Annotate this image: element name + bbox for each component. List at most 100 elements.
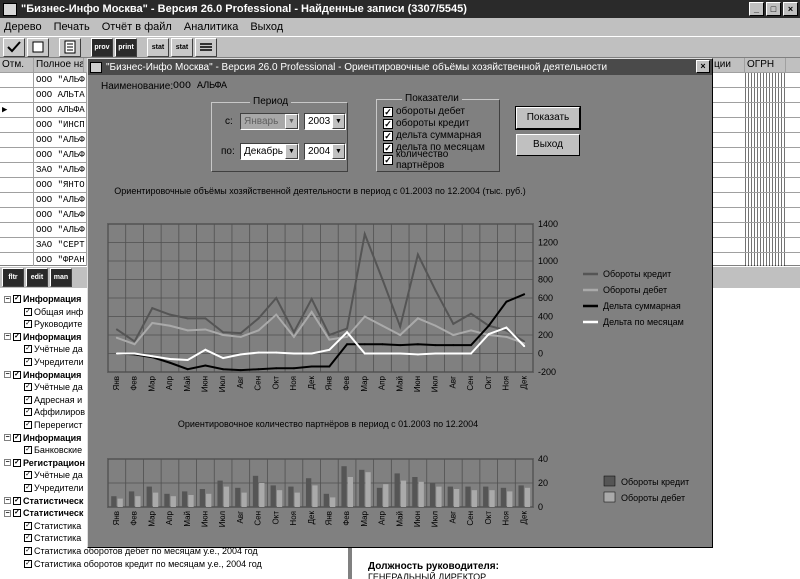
row-mark[interactable]: ▶ — [0, 103, 34, 118]
tree-item[interactable]: − ✓ Информация — [4, 331, 81, 343]
checkbox-checked[interactable]: ✓ — [13, 496, 21, 505]
to-month-select[interactable]: Декабрь ▼ — [240, 143, 299, 160]
indicator-credit[interactable]: ✓ обороты кредит — [383, 118, 470, 129]
tree-item[interactable]: ✓ Общая инф — [24, 306, 83, 318]
maximize-button[interactable]: □ — [766, 2, 781, 16]
tree-item[interactable]: − ✓ Информация — [4, 369, 81, 381]
from-year-select[interactable]: 2003 ▼ — [304, 113, 346, 130]
checkbox-checked[interactable]: ✓ — [383, 154, 393, 165]
checkbox-checked[interactable]: ✓ — [24, 345, 32, 354]
collapse-icon[interactable]: − — [4, 333, 11, 341]
checkbox-checked[interactable]: ✓ — [383, 142, 393, 153]
toolbar-stat2-button[interactable]: stat — [171, 37, 193, 57]
collapse-icon[interactable]: − — [4, 497, 11, 505]
tree-item[interactable]: − ✓ Статистическ — [4, 495, 83, 507]
row-mark[interactable] — [0, 178, 34, 193]
checkbox-checked[interactable]: ✓ — [383, 118, 393, 129]
menu-report[interactable]: Отчёт в файл — [102, 21, 172, 33]
checkbox-checked[interactable]: ✓ — [383, 106, 393, 117]
tree-item[interactable]: ✓ Учётные да — [24, 469, 83, 481]
collapse-icon[interactable]: − — [4, 509, 11, 517]
row-mark[interactable] — [0, 223, 34, 238]
checkbox-checked[interactable]: ✓ — [24, 408, 32, 417]
toolbar-document-icon[interactable] — [59, 37, 81, 57]
checkbox-checked[interactable]: ✓ — [24, 471, 32, 480]
checkbox-checked[interactable]: ✓ — [24, 559, 32, 568]
menu-exit[interactable]: Выход — [250, 21, 283, 33]
checkbox-checked[interactable]: ✓ — [24, 547, 32, 555]
checkbox-checked[interactable]: ✓ — [13, 433, 21, 442]
col-ogrn[interactable]: ОГРН — [745, 58, 786, 73]
indicator-debit[interactable]: ✓ обороты дебет — [383, 106, 465, 117]
filter-button[interactable]: fltr — [2, 268, 24, 287]
close-button[interactable]: × — [783, 2, 798, 16]
tree-item[interactable]: ✓ Статистика — [24, 520, 81, 532]
checkbox-checked[interactable]: ✓ — [24, 484, 32, 492]
tree-item[interactable]: − ✓ Информация — [4, 293, 81, 305]
toolbar-print-button[interactable]: print — [115, 37, 137, 57]
checkbox-checked[interactable]: ✓ — [13, 370, 21, 379]
exit-button[interactable]: Выход — [516, 134, 580, 156]
checkbox-checked[interactable]: ✓ — [24, 320, 32, 329]
tree-item[interactable]: − ✓ Статистическ — [4, 507, 83, 519]
collapse-icon[interactable]: − — [4, 371, 11, 379]
to-year-select[interactable]: 2004 ▼ — [304, 143, 346, 160]
row-mark[interactable] — [0, 193, 34, 208]
row-mark[interactable] — [0, 148, 34, 163]
checkbox-checked[interactable]: ✓ — [13, 332, 21, 341]
toolbar-stat1-button[interactable]: stat — [147, 37, 169, 57]
checkbox-checked[interactable]: ✓ — [13, 458, 21, 467]
tree-item[interactable]: ✓ Перерегист — [24, 419, 82, 431]
toolbar-settings-icon[interactable] — [195, 37, 217, 57]
menu-analytics[interactable]: Аналитика — [184, 21, 238, 33]
show-button[interactable]: Показать — [515, 106, 581, 130]
checkbox-checked[interactable]: ✓ — [24, 534, 32, 543]
col-ion[interactable]: ции — [712, 58, 745, 73]
menu-tree[interactable]: Дерево — [4, 21, 42, 33]
minimize-button[interactable]: _ — [749, 2, 764, 16]
tree-item[interactable]: − ✓ Информация — [4, 432, 81, 444]
tree-item[interactable]: ✓ Учётные да — [24, 343, 83, 355]
from-month-select[interactable]: Январь ▼ — [240, 113, 299, 130]
checkbox-checked[interactable]: ✓ — [24, 307, 32, 316]
toolbar-prov-button[interactable]: prov — [91, 37, 113, 57]
row-mark[interactable] — [0, 133, 34, 148]
tree-item[interactable]: − ✓ Регистрацион — [4, 457, 85, 469]
tree-item[interactable]: ✓ Адресная и — [24, 394, 82, 406]
chevron-down-icon[interactable]: ▼ — [332, 114, 345, 129]
collapse-icon[interactable]: − — [4, 434, 11, 442]
chevron-down-icon[interactable]: ▼ — [332, 144, 345, 159]
tree-item[interactable]: ✓ Учредители — [24, 482, 84, 494]
checkbox-checked[interactable]: ✓ — [24, 521, 32, 530]
checkbox-checked[interactable]: ✓ — [383, 130, 393, 141]
col-mark[interactable]: Отм. — [0, 58, 34, 73]
row-mark[interactable] — [0, 238, 34, 253]
tree-item[interactable]: ✓ Учётные да — [24, 381, 83, 393]
tree-item[interactable]: ✓ Банковские — [24, 444, 82, 456]
checkbox-checked[interactable]: ✓ — [24, 421, 32, 429]
toolbar-check-icon[interactable] — [3, 37, 25, 57]
menu-print[interactable]: Печать — [54, 21, 90, 33]
row-mark[interactable] — [0, 73, 34, 88]
chevron-down-icon[interactable]: ▼ — [285, 144, 298, 159]
row-mark[interactable] — [0, 208, 34, 223]
checkbox-checked[interactable]: ✓ — [24, 446, 32, 455]
collapse-icon[interactable]: − — [4, 295, 11, 303]
row-mark[interactable] — [0, 88, 34, 103]
tree-item[interactable]: ✓ Руководите — [24, 318, 82, 330]
edit-button[interactable]: edit — [26, 268, 48, 287]
checkbox-checked[interactable]: ✓ — [13, 509, 21, 518]
tree-item[interactable]: ✓ Аффилиров — [24, 406, 85, 418]
collapse-icon[interactable]: − — [4, 459, 11, 467]
row-mark[interactable] — [0, 118, 34, 133]
tree-item[interactable]: ✓ Статистика оборотов кредит по месяцам у… — [24, 558, 262, 570]
indicator-delta-total[interactable]: ✓ дельта суммарная — [383, 130, 481, 141]
man-button[interactable]: man — [50, 268, 72, 287]
checkbox-checked[interactable]: ✓ — [24, 358, 32, 366]
tree-item[interactable]: ✓ Учредители — [24, 356, 84, 368]
checkbox-checked[interactable]: ✓ — [24, 395, 32, 404]
col-name[interactable]: Полное наим — [34, 58, 84, 73]
checkbox-checked[interactable]: ✓ — [24, 383, 32, 392]
indicator-partners[interactable]: ✓ количество партнёров — [383, 149, 499, 171]
tree-item[interactable]: ✓ Статистика — [24, 532, 81, 544]
